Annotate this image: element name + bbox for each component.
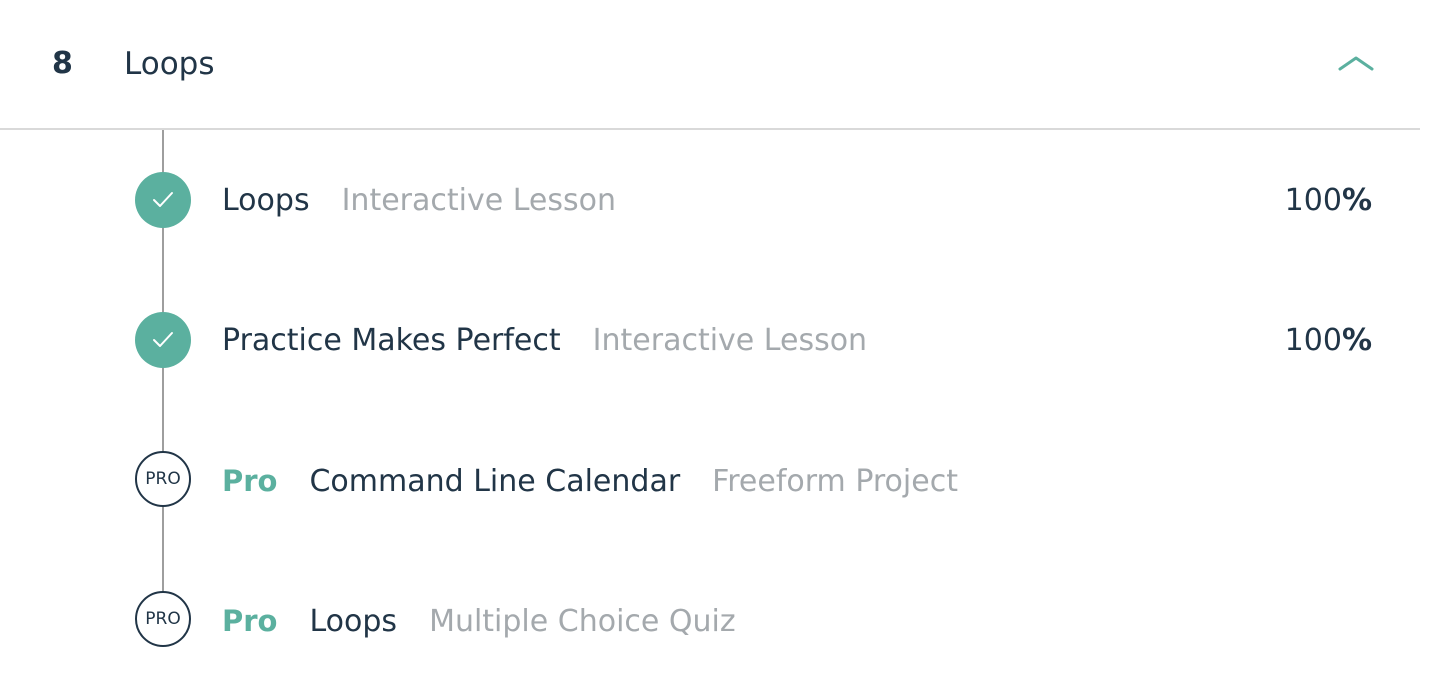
lesson-title: Practice Makes Perfect — [222, 323, 561, 358]
lesson-title: Command Line Calendar — [309, 464, 681, 499]
lesson-info: Loops Interactive Lesson — [222, 181, 616, 221]
lesson-info: Practice Makes Perfect Interactive Lesso… — [222, 321, 867, 361]
lesson-item[interactable]: PRO Pro Command Line Calendar Freeform P… — [0, 451, 1420, 511]
lesson-item[interactable]: Practice Makes Perfect Interactive Lesso… — [0, 311, 1420, 371]
module-header[interactable]: 8 Loops — [0, 0, 1420, 130]
lesson-info: Pro Loops Multiple Choice Quiz — [222, 601, 736, 642]
progress-percent-sign: % — [1341, 183, 1372, 218]
lesson-item[interactable]: PRO Pro Loops Multiple Choice Quiz — [0, 591, 1420, 651]
lesson-title: Loops — [222, 183, 310, 218]
completed-status — [135, 312, 191, 368]
syllabus-module: 8 Loops Loops Interactive Lesson 100% Pr… — [0, 0, 1442, 684]
pro-badge: PRO — [135, 451, 191, 507]
completed-status — [135, 172, 191, 228]
pro-badge: PRO — [135, 591, 191, 647]
lesson-progress: 100% — [1285, 181, 1372, 221]
chevron-up-icon[interactable] — [1338, 52, 1374, 74]
pro-tag: Pro — [222, 604, 278, 638]
check-icon — [153, 332, 173, 347]
progress-percent-sign: % — [1341, 323, 1372, 358]
lesson-progress: 100% — [1285, 321, 1372, 361]
progress-value: 100 — [1284, 183, 1342, 218]
pro-tag: Pro — [222, 464, 278, 498]
lesson-item[interactable]: Loops Interactive Lesson 100% — [0, 171, 1420, 231]
check-icon — [153, 192, 173, 207]
lesson-info: Pro Command Line Calendar Freeform Proje… — [222, 461, 958, 502]
progress-value: 100 — [1284, 323, 1342, 358]
module-title: Loops — [124, 46, 215, 82]
module-number: 8 — [52, 46, 73, 81]
pro-badge-label: PRO — [145, 469, 181, 489]
lesson-type: Freeform Project — [712, 464, 958, 499]
lesson-title: Loops — [309, 604, 398, 639]
pro-badge-label: PRO — [145, 609, 181, 629]
lesson-type: Multiple Choice Quiz — [429, 604, 736, 639]
lesson-type: Interactive Lesson — [592, 323, 868, 358]
lesson-type: Interactive Lesson — [341, 183, 616, 218]
